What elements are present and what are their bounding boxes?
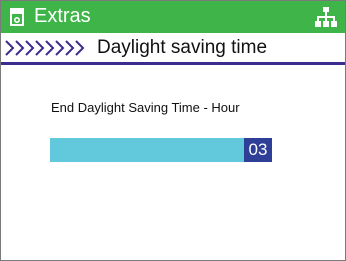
subtitle-text: Daylight saving time bbox=[97, 37, 268, 58]
hour-value[interactable]: 03 bbox=[244, 138, 272, 162]
page-title: Extras bbox=[34, 5, 91, 27]
phone-device-icon bbox=[10, 8, 24, 26]
network-topology-icon bbox=[315, 7, 337, 27]
hour-value-field[interactable]: 03 bbox=[50, 138, 272, 162]
field-label: End Daylight Saving Time - Hour bbox=[51, 100, 240, 115]
chevrons-right-icon bbox=[5, 40, 85, 56]
subtitle-bar: Daylight saving time bbox=[1, 35, 345, 65]
screen-frame: Extras Daylight saving time End Daylight… bbox=[0, 0, 346, 261]
title-bar: Extras bbox=[1, 1, 345, 33]
